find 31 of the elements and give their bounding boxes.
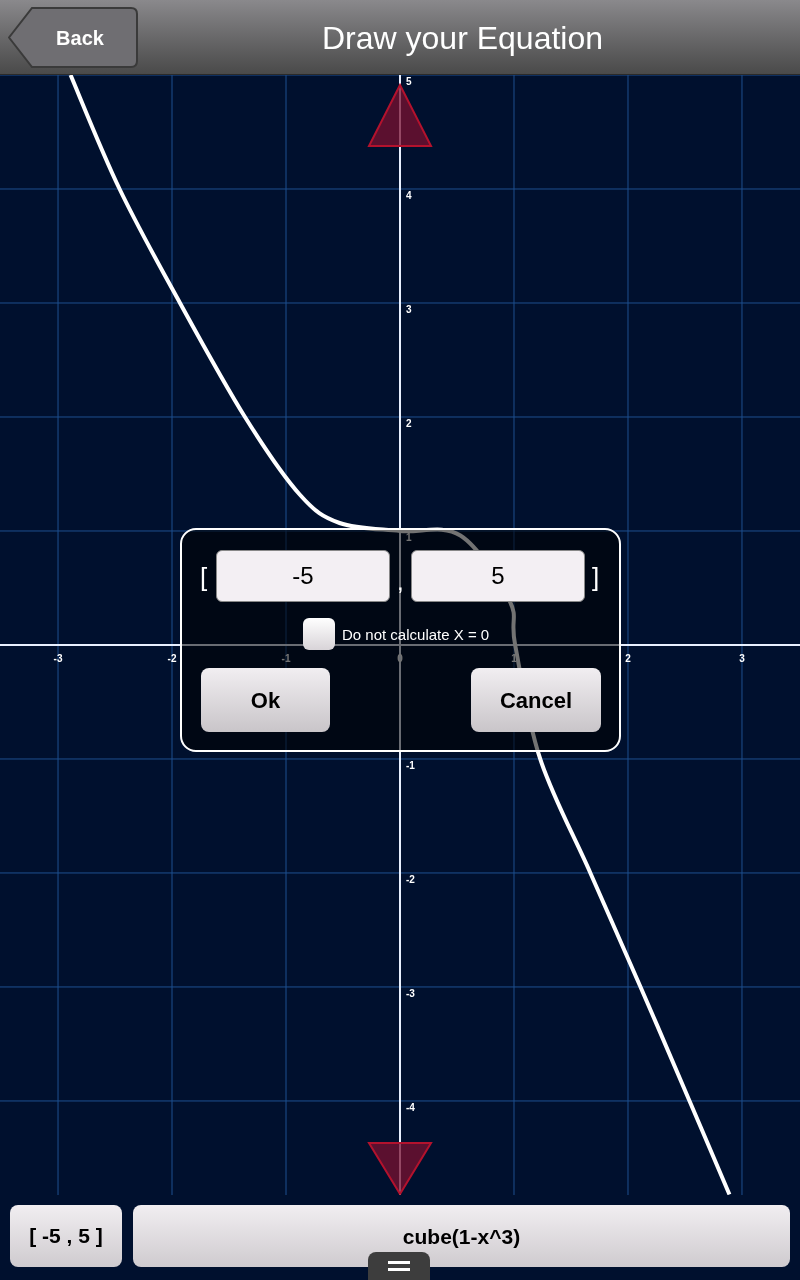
bracket: ] bbox=[592, 561, 600, 594]
checkbox[interactable] bbox=[303, 618, 335, 650]
tick-label: 1 bbox=[511, 652, 517, 664]
screen-title: Draw your Equation bbox=[322, 19, 604, 58]
tick-label: 2 bbox=[625, 652, 631, 664]
separator: , bbox=[397, 567, 404, 597]
tick-label: 5 bbox=[406, 75, 412, 87]
tick-label: -2 bbox=[406, 873, 415, 885]
tick-label: -3 bbox=[53, 652, 63, 664]
checkbox-label: Do not calculate X = 0 bbox=[342, 625, 490, 645]
range-end-field[interactable]: 5 bbox=[411, 550, 585, 602]
tick-label: -2 bbox=[167, 652, 177, 664]
equation-button[interactable]: cube(1-x^3) bbox=[133, 1205, 790, 1267]
lower-bound-handle[interactable] bbox=[367, 1142, 433, 1195]
tick-label: 1 bbox=[406, 531, 412, 543]
back-button[interactable]: Back bbox=[8, 7, 138, 68]
cancel-button[interactable]: Cancel bbox=[471, 668, 601, 732]
bracket: [ bbox=[200, 561, 208, 594]
drawer-handle[interactable] bbox=[368, 1252, 430, 1280]
range-button[interactable]: [ -5 , 5 ] bbox=[10, 1205, 122, 1267]
tick-label: 2 bbox=[406, 417, 412, 429]
tick-label: -1 bbox=[281, 652, 291, 664]
tick-label: 3 bbox=[406, 303, 412, 315]
tick-label: 3 bbox=[739, 652, 745, 664]
tick-label: -1 bbox=[406, 759, 415, 771]
tick-label: -3 bbox=[406, 987, 415, 999]
range-start-field[interactable]: -5 bbox=[216, 550, 390, 602]
tick-label: 4 bbox=[406, 189, 412, 201]
ok-button[interactable]: Ok bbox=[201, 668, 330, 732]
tick-label: -4 bbox=[406, 1101, 415, 1113]
menu-icon bbox=[388, 1261, 410, 1271]
